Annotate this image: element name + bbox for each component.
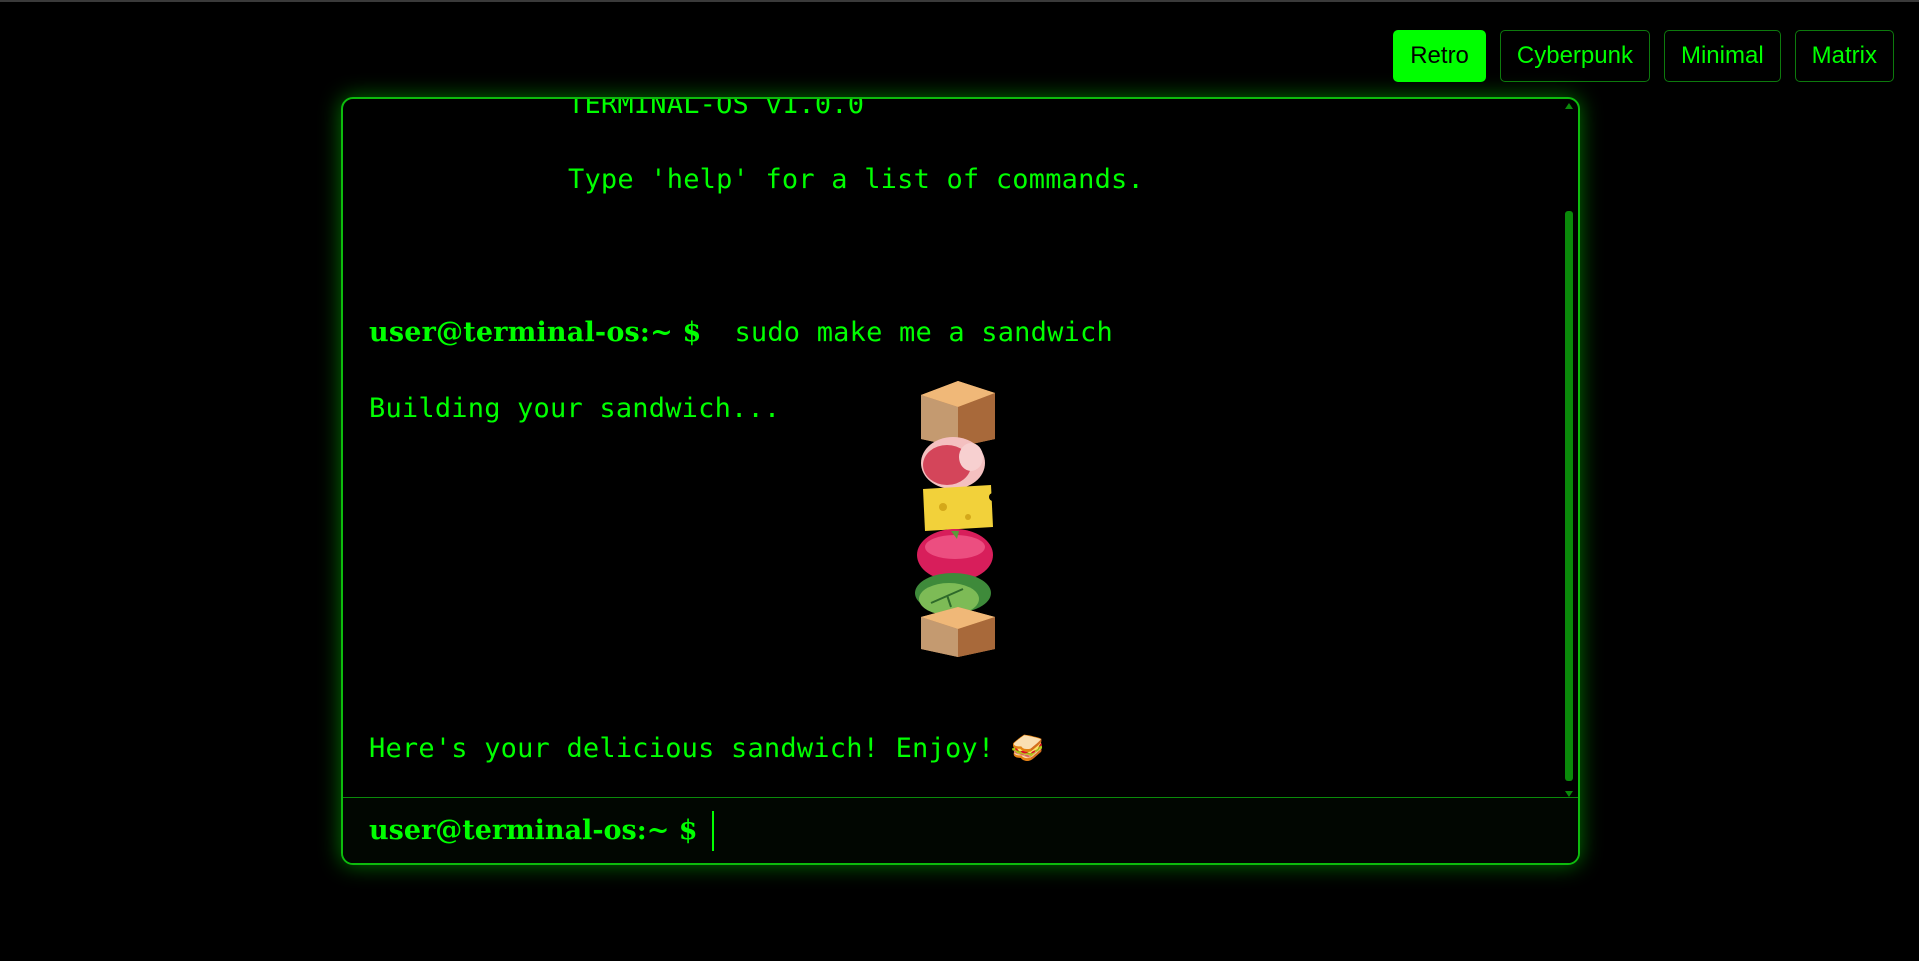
theme-button-minimal[interactable]: Minimal [1663, 30, 1781, 82]
scrollbar-thumb[interactable] [1565, 211, 1573, 781]
terminal-window: TERMINAL-OS v1.0.0 Type 'help' for a lis… [341, 97, 1580, 865]
building-message: Building your sandwich... [369, 393, 781, 424]
history-command-line: user@terminal-os:~ $ sudo make me a sand… [369, 317, 1113, 348]
banner-help-text: Type 'help' for a list of commands. [568, 164, 1144, 195]
command-input[interactable] [711, 810, 1578, 851]
theme-switcher: Retro Cyberpunk Minimal Matrix [1393, 30, 1894, 82]
banner-title: TERMINAL-OS v1.0.0 [568, 99, 865, 120]
bread-icon [921, 381, 995, 447]
meat-icon [921, 437, 985, 489]
theme-button-matrix[interactable]: Matrix [1794, 30, 1894, 82]
theme-button-retro[interactable]: Retro [1393, 30, 1486, 82]
scroll-up-arrow-icon[interactable] [1565, 103, 1573, 109]
sandwich-art [915, 381, 997, 657]
history-command: sudo make me a sandwich [734, 317, 1113, 348]
done-message: Here's your delicious sandwich! Enjoy! 🥪 [369, 733, 1045, 764]
terminal-output[interactable]: TERMINAL-OS v1.0.0 Type 'help' for a lis… [343, 99, 1563, 799]
window-top-edge [0, 0, 1919, 2]
cheese-icon [923, 485, 997, 531]
history-prompt: user@terminal-os:~ $ [369, 317, 702, 348]
output-scrollbar[interactable] [1563, 99, 1575, 799]
theme-button-cyberpunk[interactable]: Cyberpunk [1499, 30, 1650, 82]
input-prompt: user@terminal-os:~ $ [369, 815, 698, 846]
command-input-row: user@terminal-os:~ $ [343, 797, 1578, 863]
bread-icon [921, 607, 995, 657]
